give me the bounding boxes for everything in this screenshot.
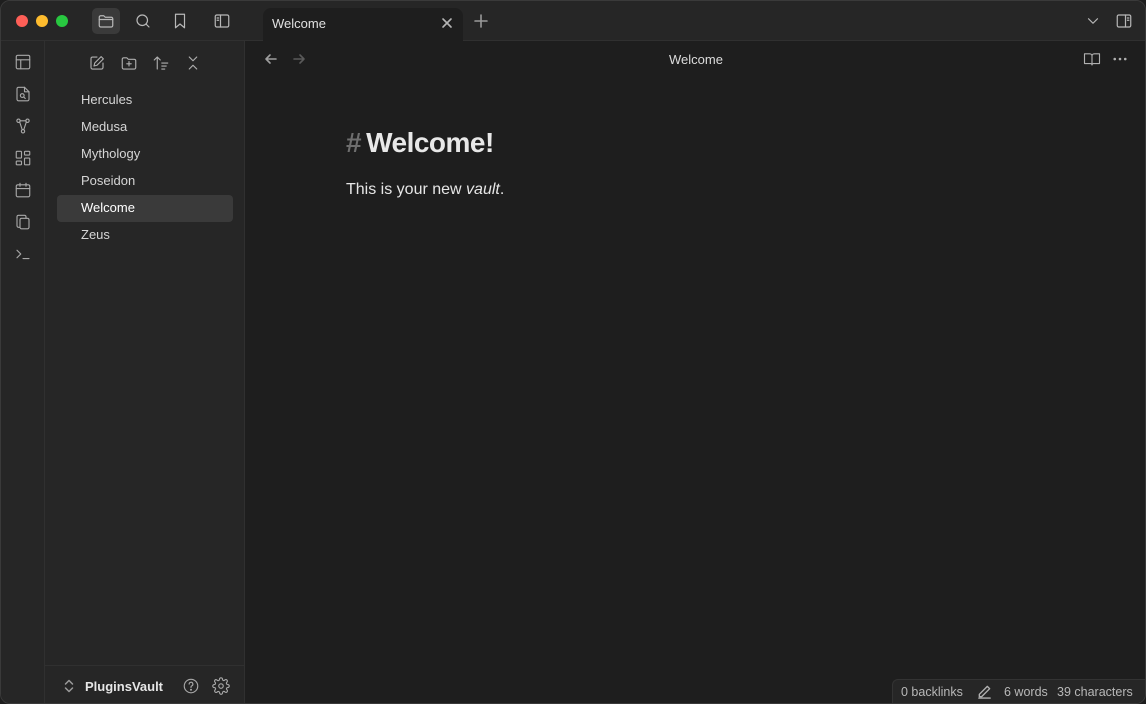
list-item[interactable]: Zeus	[57, 222, 233, 249]
list-item[interactable]: Hercules	[57, 87, 233, 114]
list-item[interactable]: Poseidon	[57, 168, 233, 195]
tab-title: Welcome	[272, 16, 326, 31]
vault-switcher-icon[interactable]	[63, 679, 75, 693]
heading-text: Welcome!	[366, 127, 494, 158]
gear-icon[interactable]	[212, 677, 232, 697]
collapse-all-icon[interactable]	[181, 52, 205, 74]
document-content[interactable]: # Welcome! This is your new vault.	[346, 127, 504, 199]
layout-icon[interactable]	[12, 51, 34, 73]
file-list: Hercules Medusa Mythology Poseidon Welco…	[57, 87, 233, 249]
chevron-down-icon[interactable]	[1079, 8, 1107, 34]
sidebar-footer: PluginsVault	[45, 665, 245, 703]
status-bar: 0 backlinks 6 words 39 characters	[892, 679, 1145, 703]
close-icon[interactable]	[439, 15, 455, 31]
canvas-icon[interactable]	[12, 147, 34, 169]
sort-icon[interactable]	[149, 52, 173, 74]
calendar-icon[interactable]	[12, 179, 34, 201]
title-bar: Welcome	[1, 1, 1145, 41]
files-icon[interactable]	[12, 211, 34, 233]
ribbon	[1, 41, 45, 703]
backlinks-count[interactable]: 0 backlinks	[901, 685, 963, 699]
editor-pane: Welcome # Welcome! This is your new vault…	[245, 41, 1145, 703]
window-close-button[interactable]	[16, 15, 28, 27]
new-note-icon[interactable]	[85, 52, 109, 74]
document-paragraph: This is your new vault.	[346, 181, 504, 199]
new-tab-icon[interactable]	[472, 12, 492, 32]
help-icon[interactable]	[182, 677, 202, 697]
window-minimize-button[interactable]	[36, 15, 48, 27]
terminal-icon[interactable]	[12, 243, 34, 265]
bookmark-icon[interactable]	[166, 8, 194, 34]
tab-welcome[interactable]: Welcome	[263, 8, 463, 41]
heading-marker: #	[346, 127, 362, 158]
list-item[interactable]: Mythology	[57, 141, 233, 168]
folder-icon[interactable]	[92, 8, 120, 34]
window-maximize-button[interactable]	[56, 15, 68, 27]
sidebar-toggle-icon[interactable]	[208, 8, 236, 34]
vault-name[interactable]: PluginsVault	[85, 679, 163, 694]
reading-view-icon[interactable]	[1083, 50, 1103, 70]
new-folder-icon[interactable]	[117, 52, 141, 74]
word-count: 6 words	[1004, 685, 1048, 699]
app-window: Welcome Hercules Medusa Mythology Poseid…	[0, 0, 1146, 704]
right-sidebar-toggle-icon[interactable]	[1110, 8, 1138, 34]
view-header-title[interactable]: Welcome	[245, 52, 1145, 67]
pencil-icon[interactable]	[977, 684, 993, 700]
more-options-icon[interactable]	[1111, 50, 1131, 70]
graph-icon[interactable]	[12, 115, 34, 137]
list-item-selected[interactable]: Welcome	[57, 195, 233, 222]
character-count: 39 characters	[1057, 685, 1133, 699]
list-item[interactable]: Medusa	[57, 114, 233, 141]
file-explorer: Hercules Medusa Mythology Poseidon Welco…	[45, 41, 245, 703]
file-search-icon[interactable]	[12, 83, 34, 105]
paragraph-text: This is your new	[346, 181, 467, 198]
document-heading: # Welcome!	[346, 127, 504, 159]
paragraph-emphasis: vault	[466, 181, 500, 198]
search-icon[interactable]	[129, 8, 157, 34]
paragraph-suffix: .	[499, 181, 505, 198]
